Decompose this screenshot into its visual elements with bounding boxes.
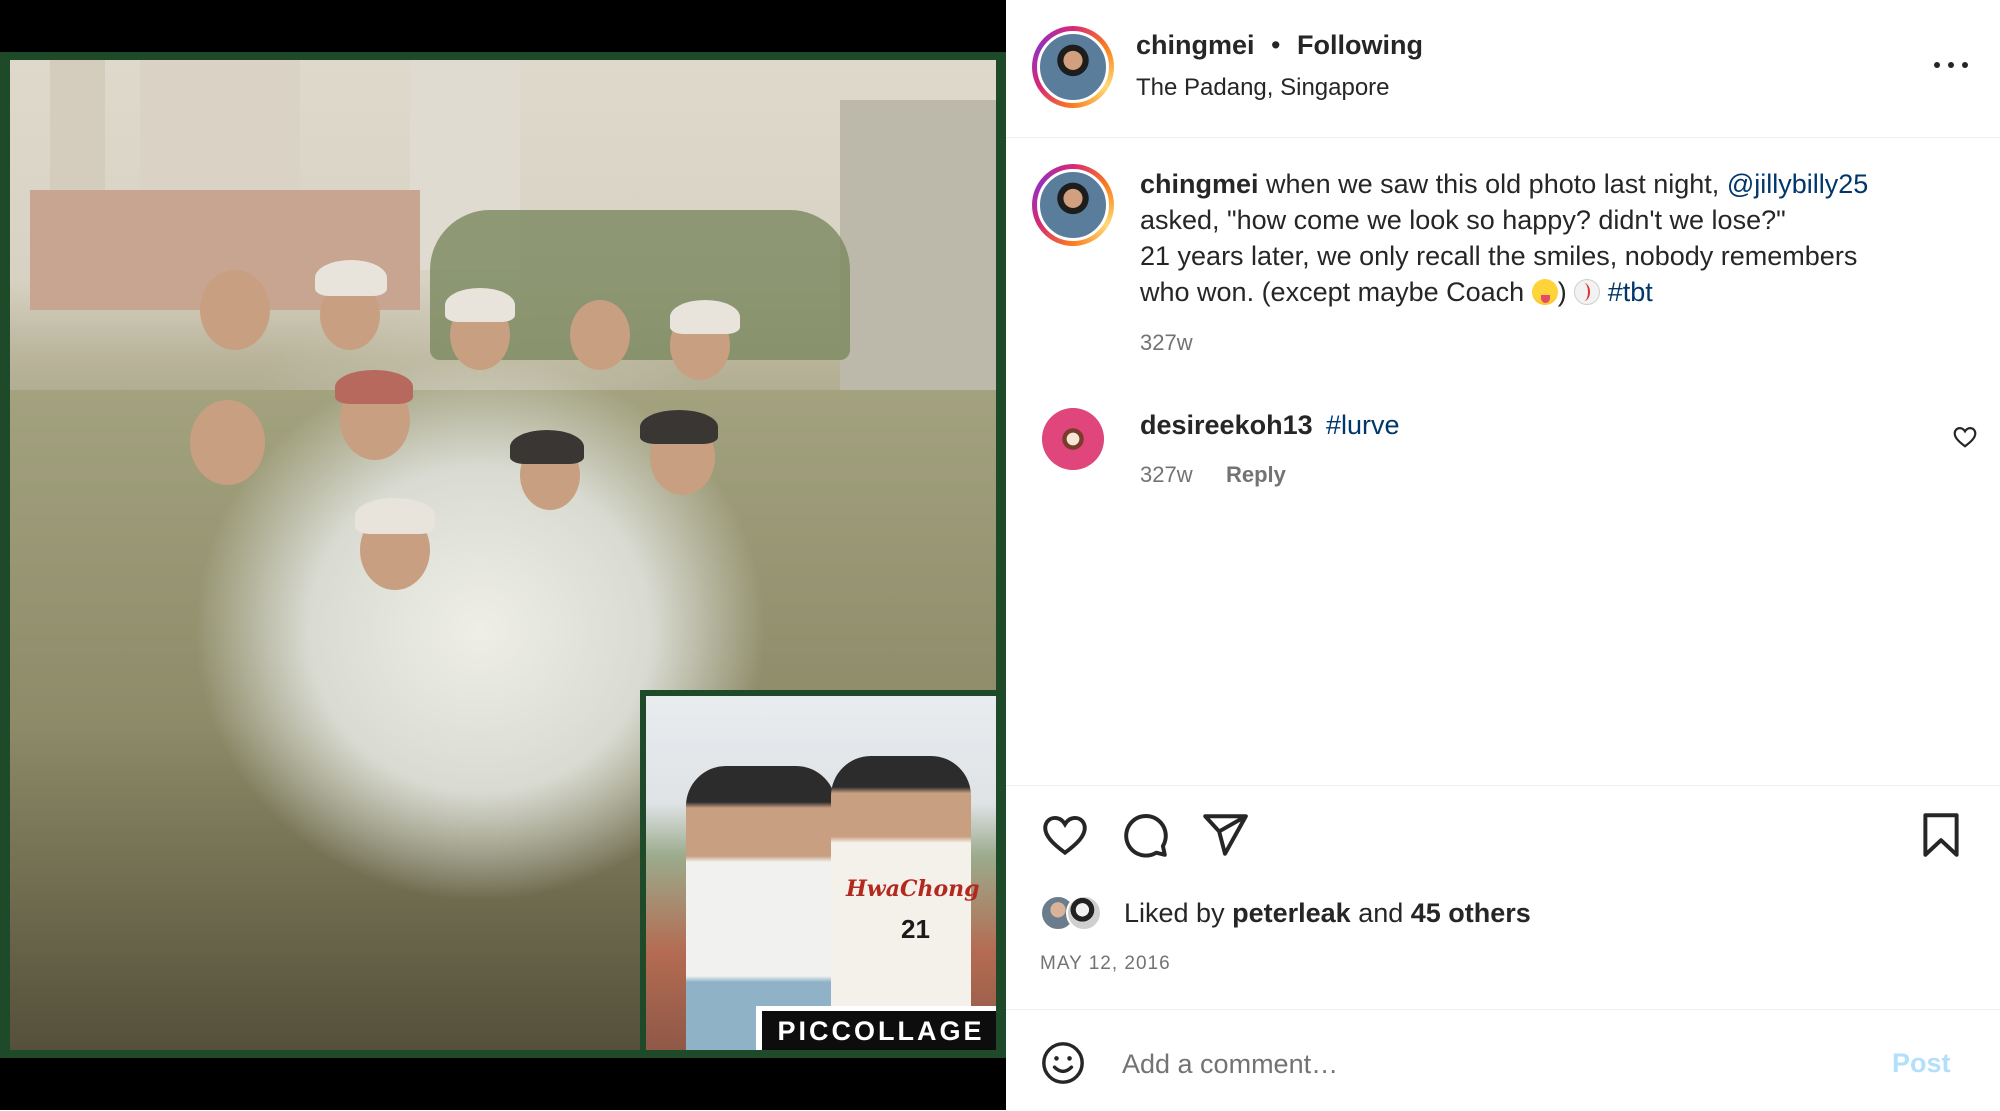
emoji-picker-smiley-icon[interactable] [1040,1040,1086,1086]
caption-username[interactable]: chingmei [1140,169,1259,199]
likes-prefix: Liked by [1124,898,1225,928]
separator-dot: • [1271,30,1281,60]
caption-text: chingmei when we saw this old photo last… [1140,166,1960,310]
likes-text: Liked by peterleak and 45 others [1124,898,1531,929]
baseball-cap [640,410,718,444]
caption-line2: asked, "how come we look so happy? didn'… [1140,205,1786,235]
comment-reply-button[interactable]: Reply [1226,462,1286,488]
comment-username[interactable]: desireekoh13 [1140,410,1313,441]
baseball-cap [355,498,435,534]
baseball-cap [510,430,584,464]
caption-line4-close: ) [1557,277,1567,307]
baseball-icon [1574,279,1601,305]
likes-others[interactable]: 45 others [1411,898,1531,928]
baseball-cap [670,300,740,334]
jersey-team-name: HwaChong [846,876,980,902]
piccollage-watermark-text: PICCOLLAGE [762,1011,996,1050]
caption-timestamp[interactable]: 327w [1140,330,1193,356]
likes-joiner: and [1358,898,1404,928]
avatar-image [1037,169,1109,241]
post-header: chingmei • Following The Padang, Singapo… [1006,0,2000,138]
baseball-cap [335,370,413,404]
avatar-image [1037,31,1109,103]
caption-line1: when we saw this old photo last night, [1266,169,1720,199]
post-date[interactable]: MAY 12, 2016 [1040,953,1171,975]
team-member-face [200,270,270,350]
post-media: HwaChong 21 PICCOLLAGE [0,0,1006,1110]
caption-line4: who won. (except maybe Coach [1140,277,1525,307]
liker-avatar[interactable] [1066,895,1102,931]
section-divider [1006,785,2000,786]
post-side-panel: chingmei • Following The Padang, Singapo… [1006,0,2000,1110]
follow-status-button[interactable]: Following [1297,30,1423,61]
author-avatar[interactable] [1032,26,1114,108]
share-paper-plane-icon[interactable] [1200,810,1250,860]
post-location[interactable]: The Padang, Singapore [1136,74,1390,102]
caption-mention[interactable]: @jillybilly25 [1727,169,1868,199]
commenter-avatar[interactable] [1042,408,1104,470]
likes-user[interactable]: peterleak [1232,898,1351,928]
piccollage-watermark: PICCOLLAGE [756,1006,996,1050]
action-bar [1006,810,2000,870]
likes-summary: Liked by peterleak and 45 others [1040,895,1940,935]
background-building [140,60,300,200]
baseball-cap [315,260,387,296]
comment-timestamp[interactable]: 327w [1140,462,1193,488]
add-comment-bar: Post [1006,1009,2000,1111]
team-photo: HwaChong 21 PICCOLLAGE [10,60,996,1050]
jersey-number: 21 [901,914,930,944]
photo-collage[interactable]: HwaChong 21 PICCOLLAGE [0,52,1006,1058]
caption-hashtag[interactable]: #tbt [1608,277,1653,307]
comment-bubble-icon[interactable] [1120,810,1170,860]
team-member-face [190,400,265,485]
more-options-icon[interactable] [1926,50,1976,80]
caption-author-avatar[interactable] [1032,164,1114,246]
add-comment-input[interactable] [1120,1038,1824,1090]
face-with-tongue-icon [1531,279,1558,305]
baseball-cap [445,288,515,322]
author-username[interactable]: chingmei [1136,30,1255,61]
like-heart-icon[interactable] [1040,810,1090,860]
comment-like-heart-icon[interactable] [1952,424,1978,450]
post-comment-button[interactable]: Post [1892,1048,1951,1079]
coach-photo-inset: HwaChong 21 PICCOLLAGE [640,690,996,1050]
save-bookmark-icon[interactable] [1916,810,1966,860]
team-member-face [570,300,630,370]
comment-text[interactable]: #lurve [1326,410,1400,441]
caption-line3: 21 years later, we only recall the smile… [1140,241,1858,271]
